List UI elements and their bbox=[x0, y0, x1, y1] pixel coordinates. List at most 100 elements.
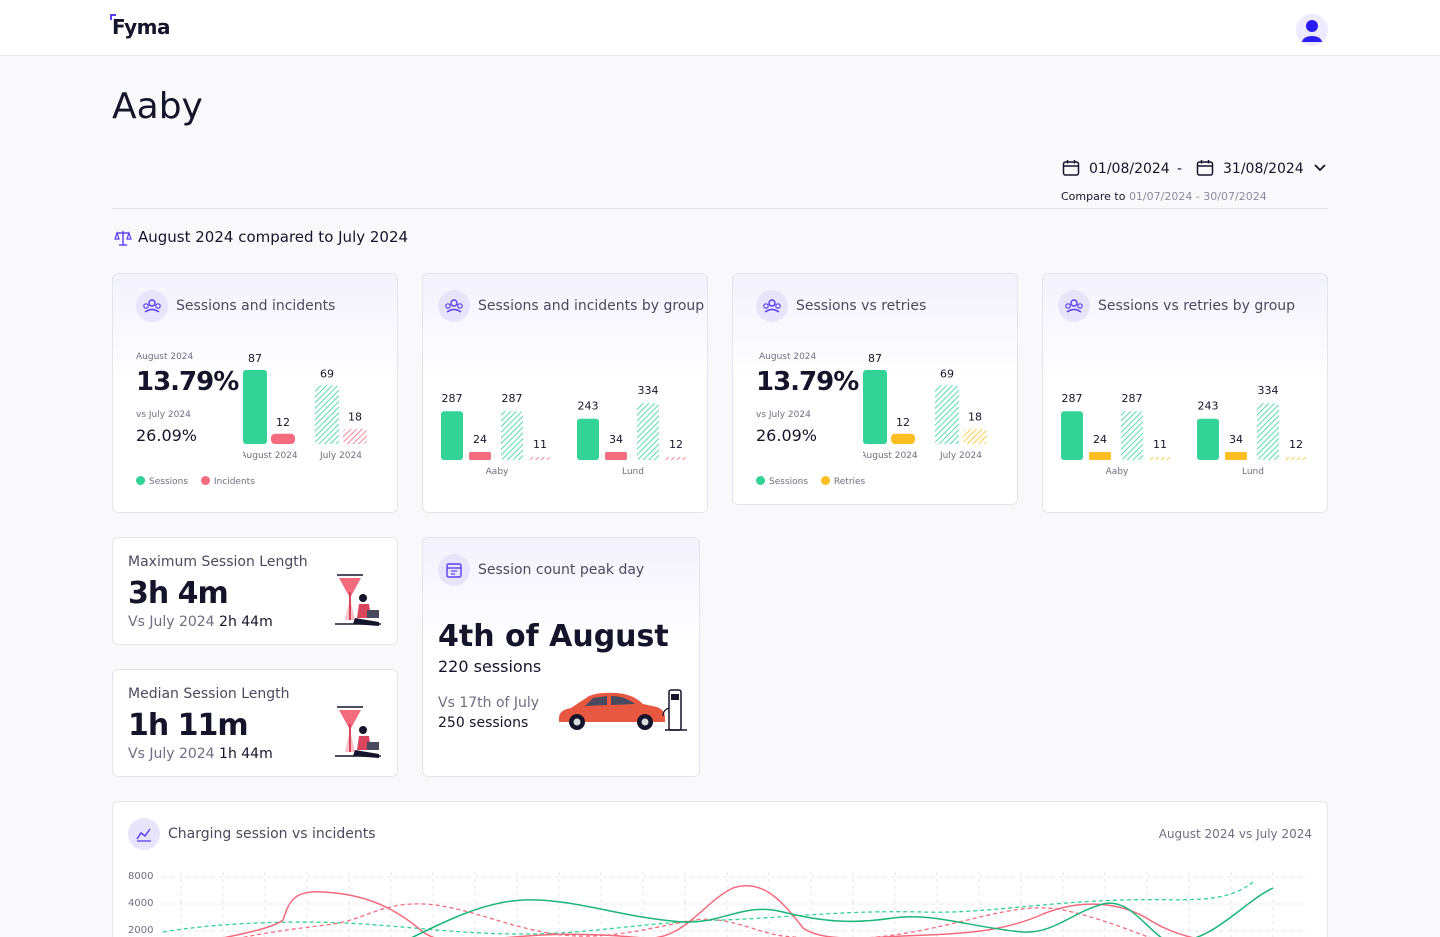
group-icon bbox=[136, 290, 168, 322]
user-icon bbox=[1302, 20, 1322, 42]
calendar-icon bbox=[1062, 160, 1080, 176]
bar-value-label: 87 bbox=[248, 352, 262, 365]
bar-value-label: 34 bbox=[609, 433, 623, 446]
metric-comparison: Vs July 2024 1h 44m bbox=[128, 746, 273, 762]
top-bar: Fyma bbox=[0, 0, 1440, 56]
user-avatar[interactable] bbox=[1296, 14, 1328, 46]
secondary-bar bbox=[271, 433, 295, 444]
sessions-bar bbox=[577, 418, 599, 460]
sessions-retries-chart: 87 12 August 2024 69 18 July 2024 bbox=[863, 352, 987, 461]
secondary-bar bbox=[343, 428, 367, 444]
sessions-bar bbox=[637, 403, 659, 460]
secondary-bar bbox=[665, 457, 687, 460]
peak-day-sessions: 220 sessions bbox=[438, 657, 542, 676]
secondary-bar bbox=[529, 457, 551, 460]
chart-legend: Sessions Incidents bbox=[136, 476, 265, 487]
sessions-bar bbox=[501, 411, 523, 460]
card-title: Sessions and incidents by group bbox=[478, 298, 705, 314]
sessions-bar bbox=[935, 385, 959, 444]
bar-value-label: 12 bbox=[896, 416, 910, 429]
sessions-legend-dot bbox=[136, 476, 145, 485]
group-icon bbox=[756, 290, 788, 322]
line-chart-icon bbox=[128, 818, 160, 850]
metric-value: 1h 11m bbox=[128, 708, 249, 743]
card-title: Session count peak day bbox=[478, 562, 645, 578]
bar-value-label: 87 bbox=[868, 352, 882, 365]
divider bbox=[112, 208, 1328, 209]
end-date[interactable]: 31/08/2024 bbox=[1223, 161, 1304, 177]
category-label: Lund bbox=[622, 467, 644, 477]
current-percentage: 13.79% bbox=[756, 367, 859, 397]
sessions-bar bbox=[1061, 411, 1083, 460]
bar-value-label: 12 bbox=[669, 438, 683, 451]
sessions-retries-group-chart: 287 24 287 11 Aaby 243 34 334 12 Lund bbox=[1061, 384, 1307, 477]
bar-value-label: 334 bbox=[638, 384, 659, 397]
bar-value-label: 34 bbox=[1229, 433, 1243, 446]
logo-mark-icon bbox=[110, 14, 116, 20]
chevron-down-icon[interactable] bbox=[1313, 163, 1327, 173]
y-axis-tick: 4000 bbox=[128, 898, 154, 909]
bar-value-label: 69 bbox=[320, 367, 334, 380]
group-icon bbox=[1058, 290, 1090, 322]
bar-value-label: 243 bbox=[578, 400, 599, 413]
previous-percentage: 26.09% bbox=[136, 426, 198, 445]
bar-value-label: 287 bbox=[1122, 392, 1143, 405]
category-label: July 2024 bbox=[319, 451, 362, 461]
bar-value-label: 287 bbox=[502, 392, 523, 405]
hourglass-illustration-icon bbox=[335, 706, 381, 758]
date-range-picker[interactable]: 01/08/2024 - 31/08/2024 bbox=[1060, 158, 1330, 180]
bar-value-label: 11 bbox=[1153, 438, 1167, 451]
bar-value-label: 12 bbox=[1289, 438, 1303, 451]
card-title: Charging session vs incidents bbox=[168, 826, 376, 842]
previous-period-label: vs July 2024 bbox=[136, 410, 191, 420]
bar-value-label: 11 bbox=[533, 438, 547, 451]
metric-label: Median Session Length bbox=[128, 686, 290, 702]
secondary-bar bbox=[1149, 457, 1171, 460]
secondary-bar bbox=[1225, 452, 1247, 460]
current-period-label: August 2024 bbox=[136, 352, 194, 362]
retries-legend-dot bbox=[820, 476, 830, 485]
sessions-bar bbox=[1121, 411, 1143, 460]
sessions-bar bbox=[243, 370, 267, 444]
section-title: August 2024 compared to July 2024 bbox=[138, 228, 409, 246]
category-label: July 2024 bbox=[939, 451, 982, 461]
card-title: Sessions and incidents bbox=[176, 298, 336, 314]
category-label: Lund bbox=[1242, 467, 1264, 477]
group-icon bbox=[438, 290, 470, 322]
previous-period-label: vs July 2024 bbox=[756, 410, 811, 420]
previous-peak-day: Vs 17th of July bbox=[438, 695, 540, 711]
card-sessions-retries-by-group: Sessions vs retries by group 287 24 287 11 A… bbox=[1042, 273, 1328, 513]
secondary-bar bbox=[605, 452, 627, 460]
card-sessions-retries: Sessions vs retries August 2024 13.79% v… bbox=[732, 273, 1018, 505]
scale-icon bbox=[114, 231, 132, 246]
sessions-incidents-group-chart: 287 24 287 11 Aaby 243 34 334 12 Lund bbox=[441, 384, 687, 477]
secondary-bar bbox=[1285, 457, 1307, 460]
chart-legend: Sessions Retries bbox=[756, 476, 875, 487]
current-period-label: August 2024 bbox=[759, 352, 817, 362]
bar-value-label: 334 bbox=[1258, 384, 1279, 397]
card-charging-session-incidents: Charging session vs incidents August 202… bbox=[112, 801, 1328, 937]
sessions-bar bbox=[1197, 418, 1219, 460]
bar-value-label: 24 bbox=[1093, 433, 1107, 446]
sessions-bar bbox=[315, 385, 339, 444]
bar-value-label: 18 bbox=[968, 411, 982, 424]
grid-lines bbox=[163, 876, 1308, 932]
car-charging-illustration-icon bbox=[559, 689, 687, 731]
sessions-bar bbox=[863, 370, 887, 444]
y-axis-tick: 8000 bbox=[128, 871, 154, 882]
bar-value-label: 287 bbox=[1062, 392, 1083, 405]
secondary-bar bbox=[891, 433, 915, 444]
date-separator: - bbox=[1177, 161, 1183, 177]
compare-range: Compare to 01/07/2024 - 30/07/2024 bbox=[1061, 190, 1267, 203]
bar-value-label: 12 bbox=[276, 416, 290, 429]
calendar-icon bbox=[438, 554, 470, 586]
page-title: Aaby bbox=[112, 86, 203, 127]
calendar-icon bbox=[1196, 160, 1214, 176]
current-percentage: 13.79% bbox=[136, 367, 239, 397]
start-date[interactable]: 01/08/2024 bbox=[1089, 161, 1170, 177]
app-logo[interactable]: Fyma bbox=[110, 14, 170, 39]
bar-value-label: 18 bbox=[348, 411, 362, 424]
category-label: Aaby bbox=[486, 467, 509, 477]
category-label: Aaby bbox=[1106, 467, 1129, 477]
metric-value: 3h 4m bbox=[128, 576, 229, 611]
